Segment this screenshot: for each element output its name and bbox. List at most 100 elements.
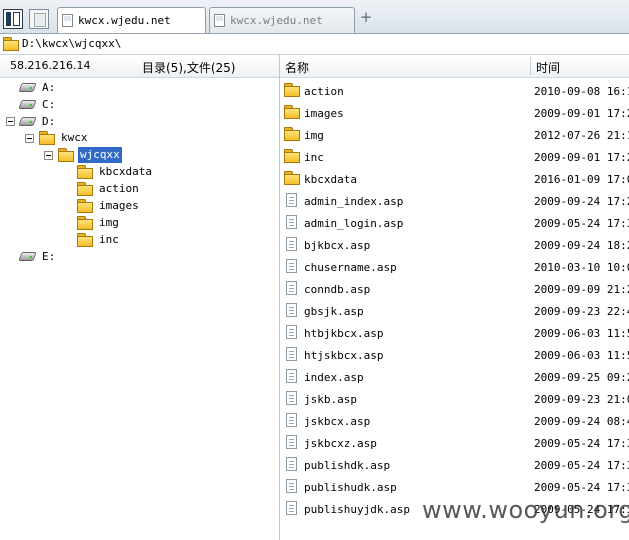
column-header-bar: 58.216.216.14 目录(5),文件(25) 名称 时间 <box>0 55 629 78</box>
tree-label: C: <box>42 98 56 111</box>
page-view-button[interactable] <box>29 9 49 29</box>
file-time: 2009-09-24 17:23 <box>534 195 629 208</box>
file-time: 2009-06-03 11:53 <box>534 327 629 340</box>
file-name: htbjkbcx.asp <box>304 327 384 340</box>
file-icon <box>286 215 297 229</box>
file-time: 2009-05-24 17:30 <box>534 437 629 450</box>
folder-icon <box>284 171 300 185</box>
list-item-file[interactable]: jskb.asp 2009-09-23 21:02 <box>280 388 629 410</box>
file-name: bjkbcx.asp <box>304 239 371 252</box>
folder-icon <box>77 216 93 230</box>
file-icon <box>286 369 297 383</box>
file-icon <box>286 193 297 207</box>
list-item-file[interactable]: gbsjk.asp 2009-09-23 22:48 <box>280 300 629 322</box>
list-item-file[interactable]: publishudk.asp 2009-05-24 17:30 <box>280 476 629 498</box>
file-name: kbcxdata <box>304 173 357 186</box>
file-name: inc <box>304 151 324 164</box>
tree-label: action <box>99 182 139 195</box>
list-item-folder[interactable]: kbcxdata 2016-01-09 17:03 <box>280 168 629 190</box>
file-time: 2009-05-24 17:30 <box>534 481 629 494</box>
file-time: 2009-09-25 09:21 <box>534 371 629 384</box>
file-name: jskb.asp <box>304 393 357 406</box>
file-icon <box>286 413 297 427</box>
file-icon <box>286 435 297 449</box>
file-time: 2010-09-08 16:19 <box>534 85 629 98</box>
tree-label: wjcqxx <box>77 146 123 164</box>
tab-active[interactable]: kwcx.wjedu.net <box>57 7 206 33</box>
list-item-file[interactable]: admin_index.asp 2009-09-24 17:23 <box>280 190 629 212</box>
file-name: admin_login.asp <box>304 217 404 230</box>
file-time: 2009-09-01 17:21 <box>534 151 629 164</box>
list-item-file[interactable]: conndb.asp 2009-09-09 21:20 <box>280 278 629 300</box>
tab-inactive[interactable]: kwcx.wjedu.net <box>209 7 355 33</box>
address-bar[interactable]: D:\kwcx\wjcqxx\ <box>0 34 629 55</box>
list-item-folder[interactable]: inc 2009-09-01 17:21 <box>280 146 629 168</box>
list-item-file[interactable]: publishdk.asp 2009-05-24 17:30 <box>280 454 629 476</box>
column-header-name[interactable]: 名称 <box>285 59 309 76</box>
tree-label: E: <box>42 250 56 263</box>
list-item-file[interactable]: chusername.asp 2010-03-10 10:01 <box>280 256 629 278</box>
file-name: publishudk.asp <box>304 481 397 494</box>
file-name: publishuyjdk.asp <box>304 503 410 516</box>
folder-icon <box>77 233 93 247</box>
drive-icon <box>18 100 37 109</box>
file-name: gbsjk.asp <box>304 305 364 318</box>
file-time: 2009-09-23 22:48 <box>534 305 629 318</box>
file-icon <box>286 325 297 339</box>
list-item-file[interactable]: admin_login.asp 2009-05-24 17:30 <box>280 212 629 234</box>
file-time: 2009-09-24 18:25 <box>534 239 629 252</box>
tree-label: inc <box>99 233 119 246</box>
list-item-folder[interactable]: action 2010-09-08 16:19 <box>280 80 629 102</box>
file-icon <box>286 501 297 515</box>
drive-icon <box>18 117 37 126</box>
tree-label: kbcxdata <box>99 165 152 178</box>
list-item-file[interactable]: bjkbcx.asp 2009-09-24 18:25 <box>280 234 629 256</box>
file-time: 2016-01-09 17:03 <box>534 173 629 186</box>
tab-label: kwcx.wjedu.net <box>230 14 323 27</box>
list-item-folder[interactable]: images 2009-09-01 17:21 <box>280 102 629 124</box>
file-time: 2009-05-24 17:30 <box>534 217 629 230</box>
folder-icon <box>77 165 93 179</box>
tree-label: D: <box>42 115 56 128</box>
collapse-toggle-icon[interactable] <box>6 117 15 126</box>
tree-label: images <box>99 199 139 212</box>
file-time: 2009-09-01 17:21 <box>534 107 629 120</box>
new-tab-plus-icon[interactable]: + <box>359 10 373 25</box>
file-time: 2009-09-09 21:20 <box>534 283 629 296</box>
folder-tree: A: C: D: kwcx wjcqxx kbcxdata action ima… <box>0 78 279 540</box>
file-time: 2009-09-23 21:02 <box>534 393 629 406</box>
collapse-toggle-icon[interactable] <box>25 134 34 143</box>
collapse-toggle-icon[interactable] <box>44 151 53 160</box>
column-header-time[interactable]: 时间 <box>536 59 560 76</box>
list-item-file[interactable]: htbjkbcx.asp 2009-06-03 11:53 <box>280 322 629 344</box>
tab-bar: kwcx.wjedu.net kwcx.wjedu.net + <box>0 0 629 34</box>
list-item-folder[interactable]: img 2012-07-26 21:11 <box>280 124 629 146</box>
toggle-panel-button[interactable] <box>3 9 23 29</box>
list-item-file[interactable]: index.asp 2009-09-25 09:21 <box>280 366 629 388</box>
file-name: images <box>304 107 344 120</box>
folder-icon <box>284 105 300 119</box>
list-item-file[interactable]: jskbcx.asp 2009-09-24 08:47 <box>280 410 629 432</box>
file-name: img <box>304 129 324 142</box>
file-icon <box>286 391 297 405</box>
file-icon <box>286 479 297 493</box>
tree-label: img <box>99 216 119 229</box>
tree-label: A: <box>42 81 56 94</box>
file-time: 2009-06-03 11:51 <box>534 349 629 362</box>
drive-icon <box>18 83 37 92</box>
file-icon <box>286 259 297 273</box>
drive-icon <box>18 252 37 261</box>
file-name: jskbcxz.asp <box>304 437 377 450</box>
file-name: jskbcx.asp <box>304 415 371 428</box>
list-item-file[interactable]: jskbcxz.asp 2009-05-24 17:30 <box>280 432 629 454</box>
file-icon <box>286 237 297 251</box>
file-time: 2012-07-26 21:11 <box>534 129 629 142</box>
folder-icon <box>284 149 300 163</box>
watermark-text: www.wooyun.org <box>422 496 629 524</box>
folder-open-icon <box>58 148 74 162</box>
column-divider[interactable] <box>530 57 531 75</box>
server-ip: 58.216.216.14 <box>10 59 91 72</box>
file-name: conndb.asp <box>304 283 371 296</box>
list-item-file[interactable]: htjskbcx.asp 2009-06-03 11:51 <box>280 344 629 366</box>
file-name: chusername.asp <box>304 261 397 274</box>
